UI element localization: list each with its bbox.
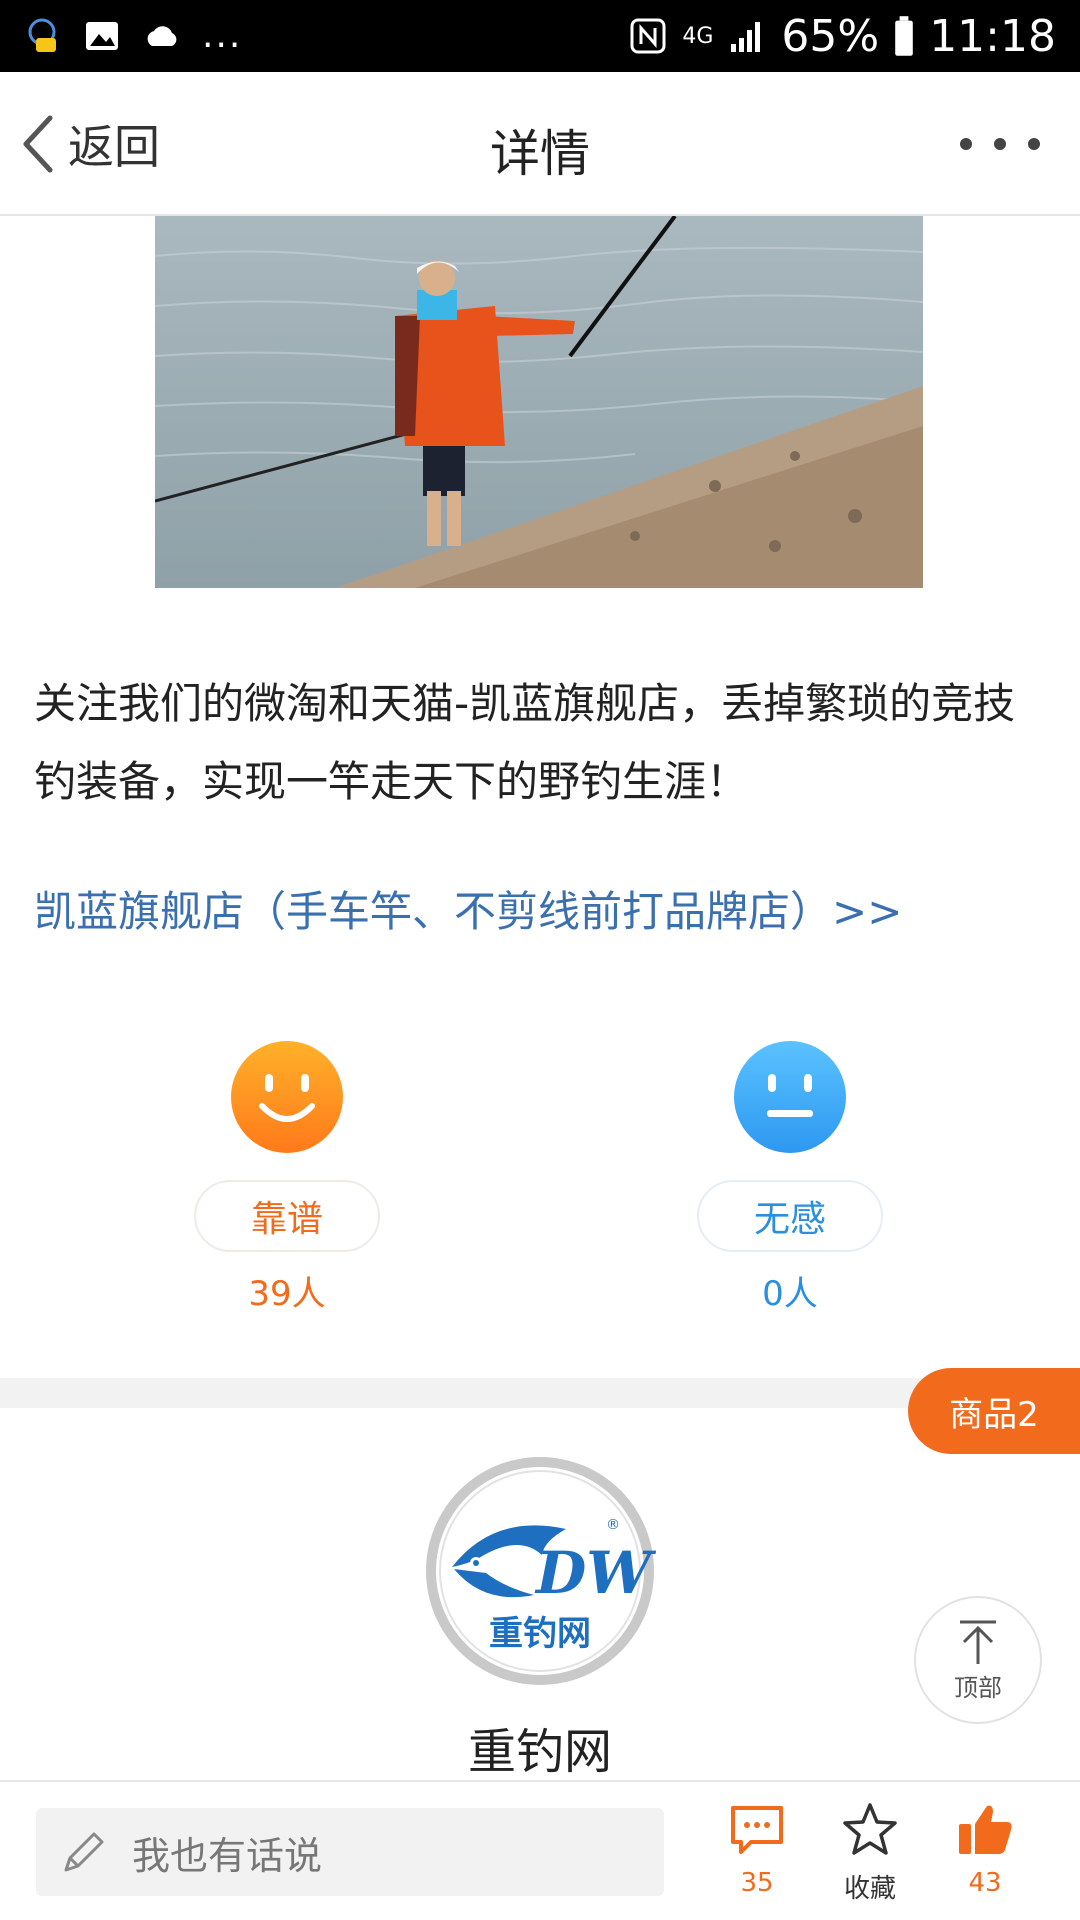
logo-mark: DW [534,1539,656,1607]
reliable-count: 39人 [248,1274,326,1314]
article-photo [155,216,923,588]
comment-placeholder: 我也有话说 [132,1833,323,1878]
more-notifications: ... [202,15,243,56]
reliable-button[interactable]: 靠谱 [194,1180,380,1252]
comment-count: 35 [740,1868,774,1898]
brand-logo: DW ® 重钓网 [426,1457,656,1685]
signal-icon [731,22,761,52]
smile-face-icon[interactable] [230,1040,344,1154]
brand-name: 重钓网 [467,1724,612,1780]
goods-tab[interactable]: 商品2 [908,1368,1080,1454]
back-to-top-button[interactable]: 顶部 [914,1596,1042,1724]
page-title: 详情 [490,125,590,183]
article-paragraph: 关注我们的微淘和天猫-凯蓝旗舰店，丢掉繁琐的竞技钓装备，实现一竿走天下的野钓生涯… [34,679,1016,806]
more-dot-icon [960,138,972,150]
rating-neutral: 无感 0人 [695,1040,885,1315]
comment-bubble-icon [731,1806,783,1854]
more-dot-icon [1028,138,1040,150]
pencil-icon [64,1832,104,1872]
rating-reliable: 靠谱 39人 [192,1040,382,1315]
favorite-button[interactable]: 收藏 [825,1800,915,1905]
status-bar: ... 4G 65% 11:18 [0,0,1080,72]
status-bar-notifications: ... [22,14,242,58]
neutral-count: 0人 [762,1274,818,1314]
bottom-action-bar: 我也有话说 35 收藏 43 [0,1780,1080,1920]
star-icon [843,1803,897,1855]
clock: 11:18 [929,10,1056,62]
more-options-button[interactable] [960,124,1040,164]
status-bar-system: 4G 65% 11:18 [628,8,1056,64]
arrow-up-icon [960,1620,996,1664]
more-dot-icon [994,138,1006,150]
logo-text: 重钓网 [489,1614,591,1654]
chat-app-icon [28,18,56,52]
like-count: 43 [968,1868,1002,1898]
comments-button[interactable]: 35 [712,1800,802,1898]
nav-bar: 返回 详情 [0,72,1080,216]
network-type: 4G [682,23,714,49]
nfc-icon [630,18,666,54]
battery-percent: 65% [781,10,880,62]
comment-input[interactable]: 我也有话说 [36,1808,664,1896]
thumbs-up-icon [959,1805,1012,1854]
neutral-face-icon[interactable] [733,1040,847,1154]
neutral-button[interactable]: 无感 [697,1180,883,1252]
cloud-icon [147,26,177,46]
shop-link[interactable]: 凯蓝旗舰店（手车竿、不剪线前打品牌店）>> [34,878,902,939]
battery-icon [895,16,913,56]
favorite-label: 收藏 [843,1874,896,1904]
svg-text:®: ® [606,1517,620,1533]
back-to-top-label: 顶部 [954,1674,1002,1702]
gallery-icon [86,22,118,50]
like-button[interactable]: 43 [940,1800,1030,1898]
